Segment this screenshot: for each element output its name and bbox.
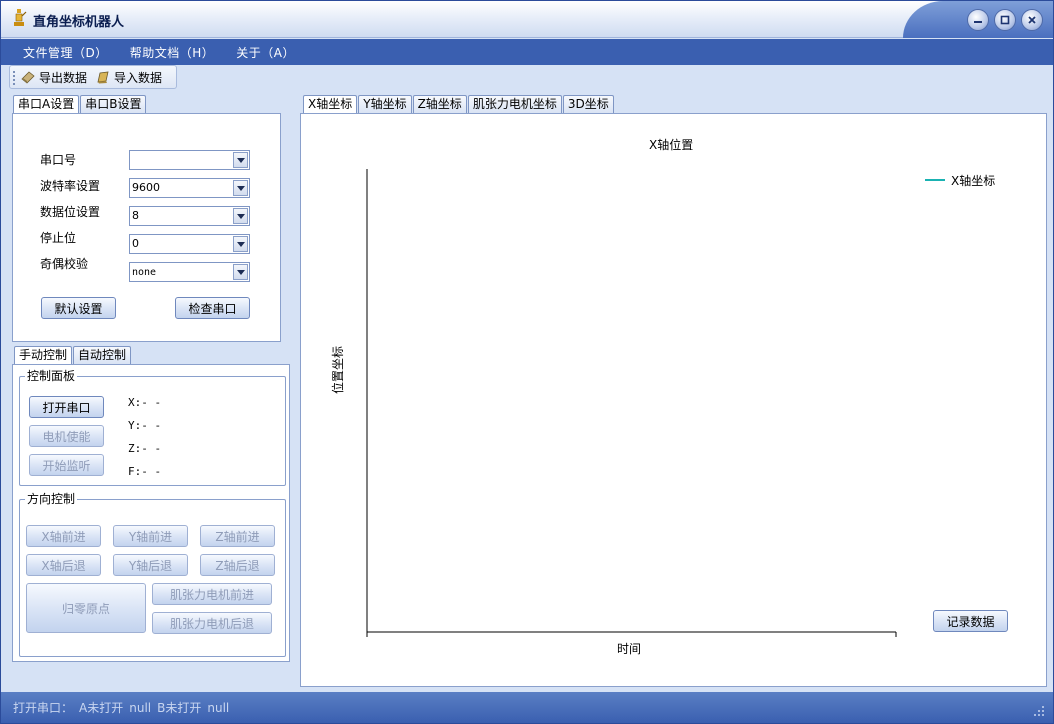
chevron-down-icon [236, 269, 245, 275]
tab-serial-b[interactable]: 串口B设置 [80, 95, 147, 113]
parity-select[interactable]: none [129, 262, 250, 282]
chevron-down-icon [236, 213, 245, 219]
chart-panel: X轴位置 X轴坐标 位置坐标 时间 记录数据 [300, 113, 1047, 687]
x-back-button[interactable]: X轴后退 [26, 554, 101, 576]
motor-enable-button[interactable]: 电机使能 [29, 425, 104, 447]
z-readout: Z:- - [128, 442, 162, 455]
f-readout: F:- - [128, 465, 162, 478]
tab-muscle-motor-coord[interactable]: 肌张力电机坐标 [467, 95, 562, 113]
manual-control-panel: 控制面板 打开串口 电机使能 开始监听 X:- - Y:- - Z:- - F:… [12, 364, 290, 662]
menu-bar: 文件管理（D） 帮助文档（H） 关于（A） [1, 39, 1053, 65]
databits-value: 8 [132, 209, 139, 222]
export-label: 导出数据 [39, 70, 88, 85]
y-axis-label: 位置坐标 [331, 345, 345, 394]
import-data-button[interactable]: 导入数据 [95, 69, 162, 86]
tab-y-coord[interactable]: Y轴坐标 [358, 95, 412, 113]
tab-3d-coord[interactable]: 3D坐标 [562, 95, 614, 113]
databits-dropdown-button[interactable] [233, 208, 248, 224]
status-label: 打开串口： [13, 701, 74, 715]
muscle-motor-forward-button[interactable]: 肌张力电机前进 [152, 583, 272, 605]
parity-dropdown-button[interactable] [233, 264, 248, 280]
databits-label: 数据位设置 [40, 205, 101, 219]
tab-auto-control[interactable]: 自动控制 [73, 346, 132, 364]
close-button[interactable] [1021, 9, 1043, 31]
y-readout: Y:- - [128, 419, 162, 432]
baud-label: 波特率设置 [40, 179, 101, 193]
check-port-button[interactable]: 检查串口 [175, 297, 250, 319]
tab-x-coord[interactable]: X轴坐标 [303, 95, 358, 114]
z-back-button[interactable]: Z轴后退 [200, 554, 275, 576]
toolbar: 导出数据 导入数据 [9, 65, 177, 89]
serial-tabs: 串口A设置 串口B设置 [13, 95, 147, 114]
status-port-b-value: null [207, 700, 230, 715]
x-axis-label: 时间 [617, 642, 642, 656]
tab-manual-control[interactable]: 手动控制 [14, 346, 73, 365]
control-tabs: 手动控制 自动控制 [14, 346, 132, 365]
open-port-button[interactable]: 打开串口 [29, 396, 104, 418]
close-icon [1028, 16, 1036, 24]
minimize-icon [974, 21, 982, 23]
legend-swatch [925, 179, 945, 181]
menu-help[interactable]: 帮助文档（H） [130, 44, 215, 61]
toolbar-grip[interactable] [13, 71, 15, 85]
legend-label: X轴坐标 [951, 174, 996, 188]
resize-grip-icon[interactable] [1033, 705, 1045, 717]
record-data-button[interactable]: 记录数据 [933, 610, 1008, 632]
chevron-down-icon [236, 241, 245, 247]
y-back-button[interactable]: Y轴后退 [113, 554, 188, 576]
baud-dropdown-button[interactable] [233, 180, 248, 196]
maximize-icon [1000, 15, 1010, 25]
stopbits-label: 停止位 [40, 231, 77, 245]
stopbits-dropdown-button[interactable] [233, 236, 248, 252]
status-port-a-value: null [129, 700, 152, 715]
export-icon [21, 71, 35, 84]
start-listen-button[interactable]: 开始监听 [29, 454, 104, 476]
parity-label: 奇偶校验 [40, 257, 89, 271]
title-bar[interactable]: 直角坐标机器人 [1, 1, 1053, 38]
x-forward-button[interactable]: X轴前进 [26, 525, 101, 547]
port-select[interactable] [129, 150, 250, 170]
parity-value: none [132, 267, 157, 278]
menu-file[interactable]: 文件管理（D） [23, 44, 108, 61]
status-port-a: A未打开 [79, 701, 124, 715]
default-settings-button[interactable]: 默认设置 [41, 297, 116, 319]
control-panel-group: 控制面板 打开串口 电机使能 开始监听 X:- - Y:- - Z:- - F:… [19, 369, 286, 486]
status-bar: 打开串口： A未打开 null B未打开 null [1, 692, 1053, 723]
stopbits-value: 0 [132, 237, 139, 250]
z-forward-button[interactable]: Z轴前进 [200, 525, 275, 547]
export-data-button[interactable]: 导出数据 [20, 69, 87, 86]
x-position-chart [366, 169, 897, 637]
chart-tabs: X轴坐标 Y轴坐标 Z轴坐标 肌张力电机坐标 3D坐标 [303, 95, 615, 114]
control-panel-title: 控制面板 [25, 369, 78, 383]
port-dropdown-button[interactable] [233, 152, 248, 168]
import-label: 导入数据 [114, 70, 163, 85]
port-label: 串口号 [40, 153, 77, 167]
stopbits-select[interactable]: 0 [129, 234, 250, 254]
direction-control-title: 方向控制 [25, 492, 78, 506]
muscle-motor-back-button[interactable]: 肌张力电机后退 [152, 612, 272, 634]
x-readout: X:- - [128, 396, 162, 409]
y-forward-button[interactable]: Y轴前进 [113, 525, 188, 547]
status-port-b: B未打开 [157, 701, 202, 715]
home-origin-button[interactable]: 归零原点 [26, 583, 146, 633]
menu-about[interactable]: 关于（A） [236, 44, 295, 61]
window-title: 直角坐标机器人 [33, 15, 125, 30]
serial-settings-panel: 串口号 波特率设置 9600 数据位设置 8 停止位 0 奇偶校验 none 默… [12, 113, 281, 342]
chevron-down-icon [236, 157, 245, 163]
minimize-button[interactable] [967, 9, 989, 31]
baud-select[interactable]: 9600 [129, 178, 250, 198]
chevron-down-icon [236, 185, 245, 191]
import-icon [97, 71, 109, 84]
maximize-button[interactable] [994, 9, 1016, 31]
tab-serial-a[interactable]: 串口A设置 [13, 95, 80, 114]
baud-value: 9600 [132, 181, 160, 194]
main-window: 直角坐标机器人 文件管理（D） 帮助文档（H） 关于（A） 导出数据 导入数据 … [0, 0, 1054, 724]
databits-select[interactable]: 8 [129, 206, 250, 226]
tab-z-coord[interactable]: Z轴坐标 [412, 95, 467, 113]
direction-control-group: 方向控制 X轴前进 Y轴前进 Z轴前进 X轴后退 Y轴后退 Z轴后退 归零原点 … [19, 492, 286, 657]
robot-app-icon [14, 9, 27, 26]
